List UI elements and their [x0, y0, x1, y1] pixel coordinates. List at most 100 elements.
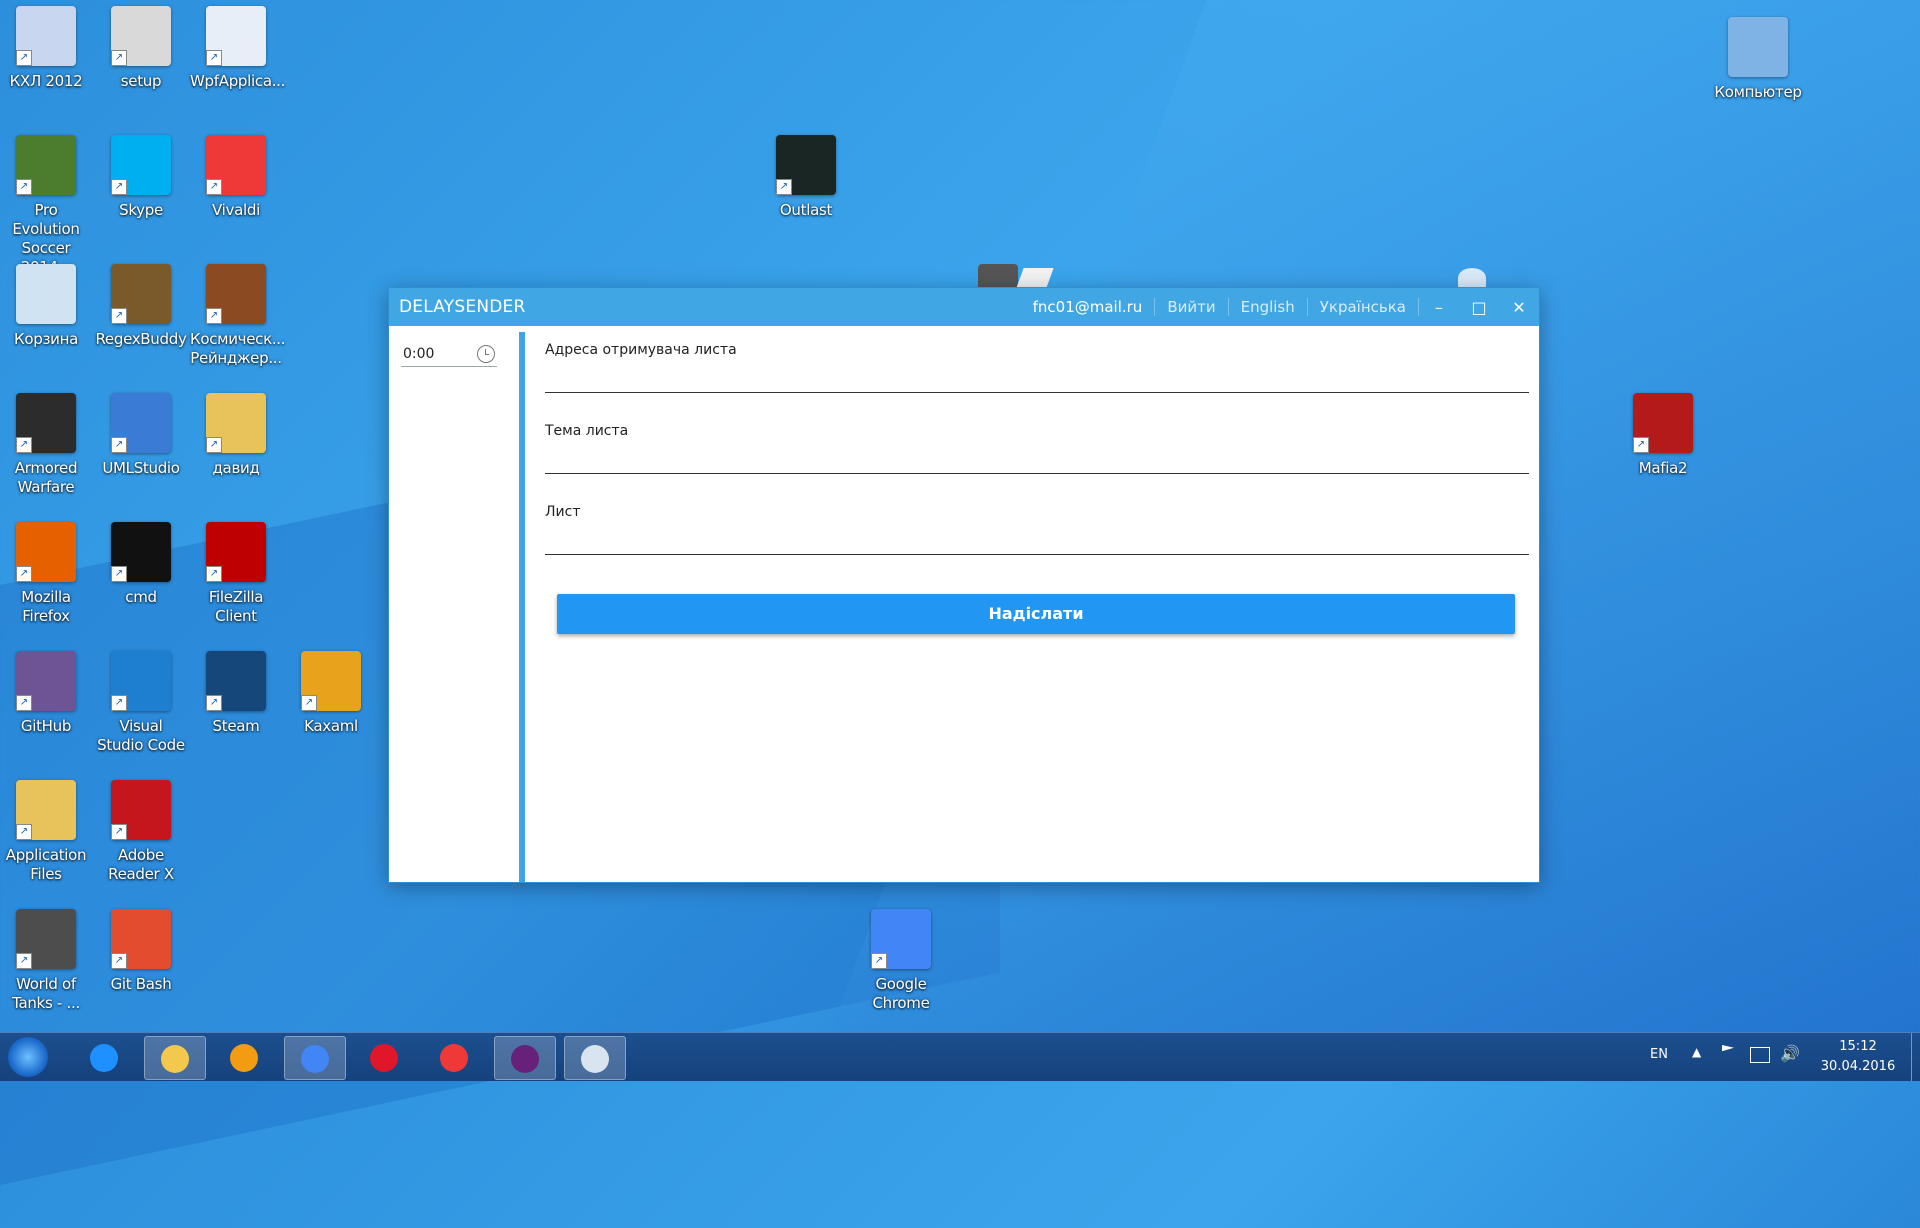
taskbar-app-button[interactable] — [74, 1036, 134, 1078]
shortcut-arrow-icon: ↗ — [16, 824, 32, 840]
desktop-icon[interactable]: ↗ Mozilla Firefox — [0, 522, 92, 626]
window-titlebar[interactable]: DELAYSENDER fnc01@mail.ru Вийти English … — [389, 288, 1539, 326]
vivaldi-icon — [440, 1044, 468, 1072]
desktop-icon-label: GitHub — [20, 717, 72, 735]
shortcut-arrow-icon: ↗ — [16, 179, 32, 195]
logout-link[interactable]: Вийти — [1155, 298, 1229, 316]
field-underline — [545, 554, 1529, 555]
desktop-icon[interactable]: ↗ WpfApplica... — [190, 6, 286, 91]
clock-date: 30.04.2016 — [1820, 1059, 1896, 1074]
subject-label: Тема листа — [545, 423, 629, 439]
shortcut-arrow-icon: ↗ — [111, 953, 127, 969]
desktop-icon[interactable]: ↗ GitHub — [0, 651, 92, 736]
desktop-icon[interactable]: ↗ КХЛ 2012 — [0, 6, 92, 91]
shortcut-arrow-icon: ↗ — [111, 437, 127, 453]
close-button[interactable]: ✕ — [1499, 298, 1539, 317]
media-player-icon — [230, 1044, 258, 1072]
shortcut-arrow-icon: ↗ — [111, 308, 127, 324]
desktop-icon-label: Steam — [212, 717, 260, 735]
show-hidden-icons-icon[interactable]: ▲ — [1692, 1045, 1701, 1059]
desktop-icon[interactable]: ↗ Космическ... Рейнджер... — [190, 264, 286, 368]
desktop-icon-label: Skype — [119, 201, 163, 219]
desktop-icon[interactable]: ↗ Visual Studio Code — [95, 651, 187, 755]
maximize-button[interactable]: □ — [1459, 298, 1499, 317]
desktop-icon[interactable]: ↗ Outlast — [760, 135, 852, 220]
desktop-icon[interactable]: ↗ Git Bash — [95, 909, 187, 994]
desktop-icon[interactable]: ↗ cmd — [95, 522, 187, 607]
schedule-pane: 0:00 — [389, 326, 519, 882]
time-picker[interactable]: 0:00 — [401, 342, 497, 367]
recipient-field[interactable]: Адреса отримувача листа — [545, 326, 1529, 407]
desktop-icon-label: Kaxaml — [304, 717, 358, 735]
clock[interactable]: 15:12 30.04.2016 — [1820, 1037, 1896, 1077]
desktop-icon[interactable]: ↗ World of Tanks - ... — [0, 909, 92, 1013]
desktop-icon[interactable]: ↗ Kaxaml — [285, 651, 377, 736]
taskbar-app-button[interactable] — [144, 1036, 206, 1080]
desktop-icon[interactable]: ↗ Skype — [95, 135, 187, 220]
send-button[interactable]: Надіслати — [557, 594, 1515, 634]
start-button[interactable] — [8, 1037, 48, 1077]
taskbar-app-button[interactable] — [284, 1036, 346, 1080]
desktop-icon-label: Vivaldi — [212, 201, 260, 219]
desktop-icon[interactable]: ↗ Armored Warfare — [0, 393, 92, 497]
network-icon[interactable] — [1750, 1047, 1770, 1063]
desktop-icon[interactable]: Компьютер — [1712, 17, 1804, 102]
shortcut-arrow-icon: ↗ — [1633, 437, 1649, 453]
window-title: DELAYSENDER — [399, 297, 526, 317]
desktop-icon-label: КХЛ 2012 — [9, 72, 83, 90]
taskbar-app-button[interactable] — [354, 1036, 414, 1078]
user-folder-icon: ↗ — [206, 393, 266, 453]
desktop-icon[interactable]: Корзина — [0, 264, 92, 349]
action-center-flag-icon[interactable] — [1722, 1045, 1738, 1061]
desktop-icon-label: WpfApplica... — [190, 72, 286, 90]
shortcut-arrow-icon: ↗ — [206, 308, 222, 324]
hidden-tank-icon — [978, 264, 1018, 288]
shortcut-arrow-icon: ↗ — [16, 566, 32, 582]
desktop-icon-label: Компьютер — [1714, 83, 1802, 101]
desktop-icon[interactable]: ↗ Adobe Reader X — [95, 780, 187, 884]
vscode-icon: ↗ — [111, 651, 171, 711]
desktop-icon[interactable]: ↗ Mafia2 — [1617, 393, 1709, 478]
desktop-icon[interactable]: ↗ Steam — [190, 651, 282, 736]
minimize-button[interactable]: – — [1419, 298, 1459, 317]
armored-warfare-icon: ↗ — [16, 393, 76, 453]
recycle-bin-icon — [16, 264, 76, 324]
desktop-icon[interactable]: ↗ RegexBuddy — [95, 264, 187, 349]
message-field[interactable]: Лист — [545, 488, 1529, 569]
desktop-icon[interactable]: ↗ давид — [190, 393, 282, 478]
desktop-icon[interactable]: ↗ Google Chrome — [855, 909, 947, 1013]
desktop-icon-label: Outlast — [779, 201, 833, 219]
computer-icon — [1728, 17, 1788, 77]
visual-studio-icon — [511, 1045, 539, 1073]
desktop-icon[interactable]: ↗ UMLStudio — [95, 393, 187, 478]
shortcut-arrow-icon: ↗ — [206, 50, 222, 66]
desktop-icon-label: Armored Warfare — [14, 459, 78, 496]
desktop-icon[interactable]: ↗ Application Files — [0, 780, 92, 884]
desktop-icon[interactable]: ↗ FileZilla Client — [190, 522, 282, 626]
world-of-tanks-icon: ↗ — [16, 909, 76, 969]
recipient-label: Адреса отримувача листа — [545, 342, 737, 358]
desktop-icon-label: setup — [120, 72, 162, 90]
window-app-icon: ↗ — [206, 6, 266, 66]
desktop-icon[interactable]: ↗ Vivaldi — [190, 135, 282, 220]
shortcut-arrow-icon: ↗ — [111, 50, 127, 66]
taskbar-app-button[interactable] — [424, 1036, 484, 1078]
chrome-icon: ↗ — [871, 909, 931, 969]
outlast-icon: ↗ — [776, 135, 836, 195]
subject-field[interactable]: Тема листа — [545, 407, 1529, 488]
desktop-icon-label: UMLStudio — [102, 459, 180, 477]
input-language[interactable]: EN — [1650, 1047, 1668, 1062]
shortcut-arrow-icon: ↗ — [301, 695, 317, 711]
desktop-icon[interactable]: ↗Pro Evolution Soccer 2014... — [0, 135, 92, 277]
show-desktop-button[interactable] — [1911, 1033, 1920, 1081]
clock-icon[interactable] — [477, 345, 495, 363]
volume-icon[interactable]: 🔊 — [1780, 1044, 1800, 1063]
desktop-icon-label: Корзина — [14, 330, 78, 348]
desktop-icon[interactable]: ↗ setup — [95, 6, 187, 91]
taskbar-app-button[interactable] — [494, 1036, 556, 1080]
language-ukrainian-link[interactable]: Українська — [1308, 298, 1419, 316]
taskbar-app-button[interactable] — [564, 1036, 626, 1080]
language-english-link[interactable]: English — [1229, 298, 1308, 316]
taskbar-app-button[interactable] — [214, 1036, 274, 1078]
firefox-icon: ↗ — [16, 522, 76, 582]
